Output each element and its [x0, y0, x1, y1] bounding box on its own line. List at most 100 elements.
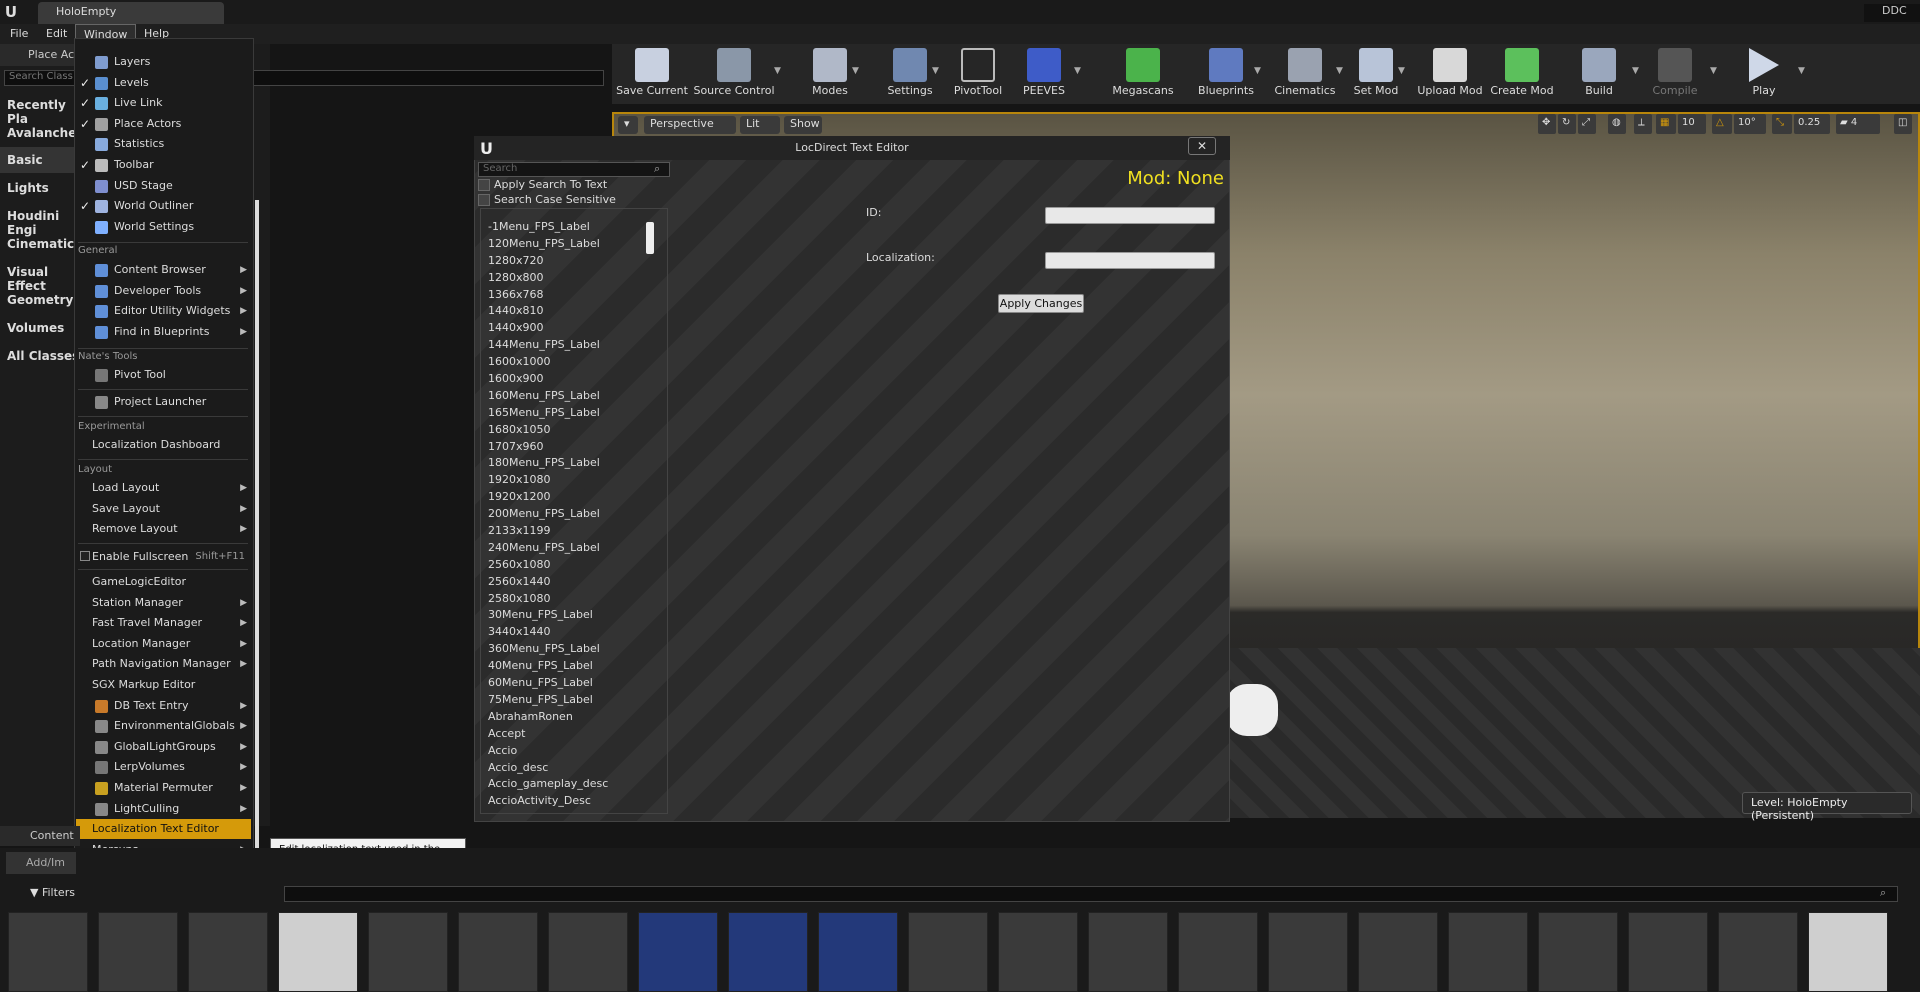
rotate-icon[interactable]: ↻ — [1558, 114, 1576, 134]
list-item[interactable]: Accept — [488, 725, 648, 742]
asset-thumbnail[interactable] — [1268, 912, 1348, 992]
content-search-input[interactable] — [284, 886, 1898, 902]
list-item[interactable]: 2133x1199 — [488, 522, 648, 539]
menu-item-save-layout[interactable]: Save Layout ▶ — [76, 499, 251, 519]
list-item[interactable]: 1680x1050 — [488, 421, 648, 438]
menu-item-project-launcher[interactable]: Project Launcher — [76, 392, 251, 412]
compile-dropdown-icon[interactable]: ▼ — [1710, 66, 1720, 76]
list-item[interactable]: 30Menu_FPS_Label — [488, 606, 648, 623]
viewport-options-dropdown[interactable]: ▾ — [618, 116, 638, 134]
rotation-snap-icon[interactable]: △ — [1712, 114, 1732, 134]
asset-thumbnail[interactable] — [548, 912, 628, 992]
category-avalanche[interactable]: Avalanche — [0, 120, 80, 146]
menu-file[interactable]: File — [2, 24, 36, 44]
asset-thumbnail[interactable] — [8, 912, 88, 992]
scale-icon[interactable]: ⤢ — [1578, 114, 1596, 134]
set-mod-button[interactable]: Set Mod — [1350, 44, 1402, 102]
list-item[interactable]: -1Menu_FPS_Label — [488, 218, 648, 235]
localization-field[interactable] — [1045, 252, 1215, 269]
menu-item-toolbar[interactable]: ✓ Toolbar — [76, 155, 251, 175]
lit-button[interactable]: Lit — [740, 116, 780, 134]
menu-item-globallightgroups[interactable]: GlobalLightGroups ▶ — [76, 737, 251, 757]
close-button[interactable]: ✕ — [1188, 137, 1216, 155]
category-geometry[interactable]: Geometry — [0, 287, 80, 313]
list-item[interactable]: 1280x800 — [488, 269, 648, 286]
asset-thumbnail[interactable] — [1358, 912, 1438, 992]
list-item[interactable]: AbrahamRonen — [488, 708, 648, 725]
list-item[interactable]: 1440x810 — [488, 302, 648, 319]
build-button[interactable]: Build — [1570, 44, 1628, 102]
menu-item-localization-text-editor[interactable]: Localization Text Editor — [76, 819, 251, 840]
menu-item-sgx-markup-editor[interactable]: SGX Markup Editor — [76, 675, 251, 695]
maximize-viewport-icon[interactable]: ◫ — [1894, 114, 1912, 134]
list-item[interactable]: 360Menu_FPS_Label — [488, 640, 648, 657]
list-item[interactable]: 180Menu_FPS_Label — [488, 454, 648, 471]
source-control-dropdown-icon[interactable]: ▼ — [774, 66, 784, 76]
menu-item-place-actors[interactable]: ✓ Place Actors — [76, 114, 251, 134]
loc-search-input[interactable]: Search — [478, 162, 670, 177]
pivot-tool-button[interactable]: PivotTool — [948, 44, 1008, 102]
menu-item-layers[interactable]: Layers — [76, 52, 251, 72]
category-all-classes[interactable]: All Classes — [0, 343, 80, 369]
asset-thumbnail[interactable] — [1178, 912, 1258, 992]
list-item[interactable]: 60Menu_FPS_Label — [488, 674, 648, 691]
list-item[interactable]: 75Menu_FPS_Label — [488, 691, 648, 708]
cinematics-dropdown-icon[interactable]: ▼ — [1336, 66, 1346, 76]
translate-icon[interactable]: ✥ — [1538, 114, 1556, 134]
apply-search-checkbox[interactable]: Apply Search To Text — [478, 178, 607, 192]
list-item[interactable]: 160Menu_FPS_Label — [488, 387, 648, 404]
asset-thumbnail[interactable] — [98, 912, 178, 992]
asset-thumbnail[interactable] — [998, 912, 1078, 992]
modes-button[interactable]: Modes — [800, 44, 860, 102]
blueprints-dropdown-icon[interactable]: ▼ — [1254, 66, 1264, 76]
list-item[interactable]: 1366x768 — [488, 286, 648, 303]
menu-item-pivot-tool[interactable]: Pivot Tool — [76, 365, 251, 385]
asset-thumbnail[interactable] — [818, 912, 898, 992]
perspective-button[interactable]: Perspective — [644, 116, 736, 134]
settings-dropdown-icon[interactable]: ▼ — [932, 66, 942, 76]
menu-item-lerpvolumes[interactable]: LerpVolumes ▶ — [76, 757, 251, 777]
menu-item-fast-travel-manager[interactable]: Fast Travel Manager ▶ — [76, 613, 251, 633]
add-import-button[interactable]: Add/Im — [6, 852, 76, 874]
world-space-icon[interactable]: ◍ — [1608, 114, 1626, 134]
menu-item-statistics[interactable]: Statistics — [76, 134, 251, 154]
list-item[interactable]: 200Menu_FPS_Label — [488, 505, 648, 522]
menu-item-world-outliner[interactable]: ✓ World Outliner — [76, 196, 251, 216]
menu-edit[interactable]: Edit — [38, 24, 75, 44]
category-basic[interactable]: Basic — [0, 147, 80, 173]
megascans-button[interactable]: Megascans — [1110, 44, 1176, 102]
settings-button[interactable]: Settings — [880, 44, 940, 102]
filters-button[interactable]: ▼ Filters — [30, 886, 90, 902]
menu-item-environmentalglobals[interactable]: EnvironmentalGlobals ▶ — [76, 716, 251, 736]
asset-thumbnail[interactable] — [1718, 912, 1798, 992]
menu-item-developer-tools[interactable]: Developer Tools ▶ — [76, 281, 251, 301]
asset-thumbnail[interactable] — [638, 912, 718, 992]
grid-snap-value[interactable]: 10 — [1678, 114, 1706, 134]
category-visual-effects[interactable]: Visual Effect — [0, 259, 80, 293]
list-item[interactable]: 3440x1440 — [488, 623, 648, 640]
content-browser-tab[interactable]: Content — [0, 826, 80, 846]
build-dropdown-icon[interactable]: ▼ — [1632, 66, 1642, 76]
menu-item-localization-dashboard[interactable]: Localization Dashboard — [76, 435, 251, 455]
upload-mod-button[interactable]: Upload Mod — [1416, 44, 1484, 102]
menu-item-editor-utility-widgets[interactable]: Editor Utility Widgets ▶ — [76, 301, 251, 321]
asset-thumbnail[interactable] — [908, 912, 988, 992]
save-current-button[interactable]: Save Current — [616, 44, 688, 102]
list-item[interactable]: 1600x900 — [488, 370, 648, 387]
menu-item-path-navigation-manager[interactable]: Path Navigation Manager ▶ — [76, 654, 251, 674]
list-item[interactable]: 2560x1440 — [488, 573, 648, 590]
menu-item-live-link[interactable]: ✓ Live Link — [76, 93, 251, 113]
list-item[interactable]: Accio_desc — [488, 759, 648, 776]
menu-item-levels[interactable]: ✓ Levels — [76, 73, 251, 93]
menu-item-load-layout[interactable]: Load Layout ▶ — [76, 478, 251, 498]
menu-item-enable-fullscreen[interactable]: Enable Fullscreen Shift+F11 — [76, 547, 251, 567]
set-mod-dropdown-icon[interactable]: ▼ — [1398, 66, 1408, 76]
list-item[interactable]: 1280x720 — [488, 252, 648, 269]
source-control-button[interactable]: Source Control — [692, 44, 776, 102]
list-item[interactable]: 165Menu_FPS_Label — [488, 404, 648, 421]
list-item[interactable]: 1920x1080 — [488, 471, 648, 488]
asset-thumbnail[interactable] — [458, 912, 538, 992]
category-houdini-engine[interactable]: Houdini Engi — [0, 203, 80, 237]
show-button[interactable]: Show — [784, 116, 822, 134]
list-item[interactable]: 1920x1200 — [488, 488, 648, 505]
